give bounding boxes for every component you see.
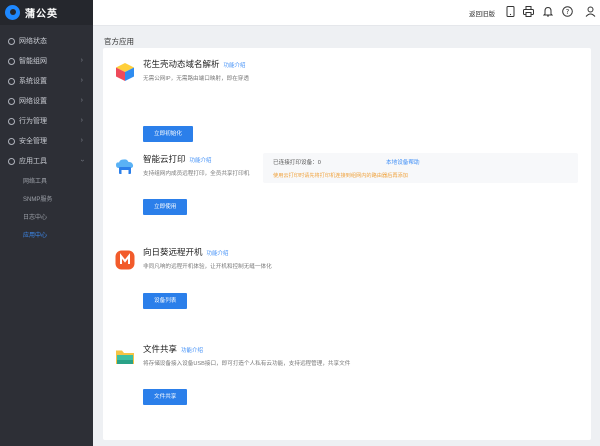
sidebar-item-label: 应用工具 (19, 158, 47, 165)
dandelion-logo-icon (5, 5, 20, 20)
tools-icon (8, 157, 15, 165)
cloud-printer-app-icon (115, 157, 135, 177)
chevron-right-icon: › (80, 57, 83, 64)
sidebar-item-label: 网络设置 (19, 98, 47, 105)
printer-icon[interactable] (523, 6, 534, 17)
app-description: 非同凡响的远程开机体验，让开机和控制无缝一体化 (143, 264, 272, 270)
use-now-button[interactable]: 立即使用 (143, 199, 188, 215)
app-card-cloud-print: 智能云打印 功能介绍 支持组网内成员远程打印，全员共享打印机 已连接打印设备：0 … (103, 143, 591, 250)
sidebar-item-security[interactable]: 安全管理 › (0, 131, 93, 151)
app-name: 智能云打印 (143, 154, 186, 164)
feature-intro-link[interactable]: 功能介绍 (224, 63, 246, 69)
watermark-url: luyouqi.com (519, 403, 562, 412)
device-list-button[interactable]: 设备列表 (143, 293, 188, 309)
printer-status-panel: 已连接打印设备：0 本地设备帮助 使用云打印时请先将打印机连接到组网内的路由器后… (263, 153, 578, 183)
feature-intro-link[interactable]: 功能介绍 (207, 251, 229, 257)
sidebar-item-label: 智能组网 (19, 58, 47, 65)
watermark: 路由器 luyouqi.com (459, 377, 584, 417)
app-title: 智能云打印 功能介绍 (143, 153, 212, 165)
app-title: 花生壳动态域名解析 功能介绍 (143, 58, 246, 70)
bell-icon[interactable] (542, 6, 553, 17)
behavior-icon (8, 117, 15, 125)
print-warning-text: 使用云打印时请先将打印机连接到组网内的路由器后再添加 (273, 173, 408, 179)
sidebar-item-label: 行为管理 (19, 118, 47, 125)
sidebar-item-app-tools[interactable]: 应用工具 › (0, 151, 93, 171)
chevron-right-icon: › (80, 97, 83, 104)
feature-intro-link[interactable]: 功能介绍 (190, 158, 212, 164)
connected-printers-label: 已连接打印设备： (273, 160, 318, 166)
sidebar-item-label: 安全管理 (19, 138, 47, 145)
sidebar-subitem-app-center[interactable]: 应用中心 (0, 225, 93, 243)
back-to-old-version-link[interactable]: 返回旧版 (469, 8, 495, 18)
brand-name: 蒲公英 (25, 9, 58, 20)
svg-text:?: ? (566, 8, 570, 16)
app-card-sunlogin-wake: 向日葵远程开机 功能介绍 非同凡响的远程开机体验，让开机和控制无缝一体化 设备列表 (103, 236, 591, 346)
app-title: 文件共享 功能介绍 (143, 343, 203, 355)
chevron-right-icon: › (80, 137, 83, 144)
chevron-right-icon: › (80, 77, 83, 84)
sidebar: 蒲公英 网络状态 智能组网 › 系统设置 › 网络设置 › 行为管理 › 安全管… (0, 0, 93, 446)
phone-icon[interactable] (505, 6, 516, 17)
sidebar-item-label: 网络状态 (19, 38, 47, 45)
app-description: 无需公网IP，无需路由端口映射，即在穿透 (143, 76, 249, 82)
app-card-oray-ddns: 花生壳动态域名解析 功能介绍 无需公网IP，无需路由端口映射，即在穿透 立即初始化 (103, 48, 591, 156)
chevron-right-icon: › (80, 117, 83, 124)
chevron-down-icon: › (78, 159, 86, 162)
connected-printers: 已连接打印设备：0 (273, 158, 321, 166)
globe-icon (8, 37, 15, 45)
shield-icon (8, 137, 15, 145)
gear-icon (8, 77, 15, 85)
initialize-button[interactable]: 立即初始化 (143, 126, 193, 142)
local-device-help-link[interactable]: 本地设备帮助 (386, 158, 420, 166)
app-description: 将存储设备接入设备USB接口，即可打造个人私有云功能，支持远程管理，共享文件 (143, 361, 351, 367)
file-share-button[interactable]: 文件共享 (143, 389, 188, 405)
network-icon (8, 57, 15, 65)
cube-app-icon (115, 62, 135, 82)
sidebar-nav: 网络状态 智能组网 › 系统设置 › 网络设置 › 行为管理 › 安全管理 › (0, 31, 93, 243)
folder-app-icon (115, 347, 135, 367)
sidebar-item-network-settings[interactable]: 网络设置 › (0, 91, 93, 111)
router-watermark-icon (459, 377, 495, 413)
user-icon[interactable] (585, 6, 596, 17)
feature-intro-link[interactable]: 功能介绍 (181, 348, 203, 354)
network-settings-icon (8, 97, 15, 105)
topbar: 返回旧版 ? (93, 0, 600, 26)
watermark-brand: 路由器 (501, 386, 553, 403)
help-icon[interactable]: ? (562, 6, 573, 17)
sidebar-item-system-settings[interactable]: 系统设置 › (0, 71, 93, 91)
sunflower-app-icon (115, 250, 135, 270)
brand-logo[interactable]: 蒲公英 (0, 0, 93, 25)
app-description: 支持组网内成员远程打印，全员共享打印机 (143, 171, 250, 177)
app-title: 向日葵远程开机 功能介绍 (143, 246, 229, 258)
app-name: 花生壳动态域名解析 (143, 59, 220, 69)
connected-printers-count: 0 (317, 160, 321, 166)
sidebar-item-label: 系统设置 (19, 78, 47, 85)
page-title: 官方应用 (104, 37, 134, 46)
sidebar-item-network-status[interactable]: 网络状态 (0, 31, 93, 51)
app-name: 向日葵远程开机 (143, 247, 203, 257)
sidebar-item-smart-network[interactable]: 智能组网 › (0, 51, 93, 71)
sidebar-subitem-log-center[interactable]: 日志中心 (0, 207, 93, 225)
sidebar-item-behavior[interactable]: 行为管理 › (0, 111, 93, 131)
app-name: 文件共享 (143, 344, 178, 354)
sidebar-subitem-network-tools[interactable]: 网络工具 (0, 171, 93, 189)
sidebar-subitem-snmp[interactable]: SNMP服务 (0, 189, 93, 207)
